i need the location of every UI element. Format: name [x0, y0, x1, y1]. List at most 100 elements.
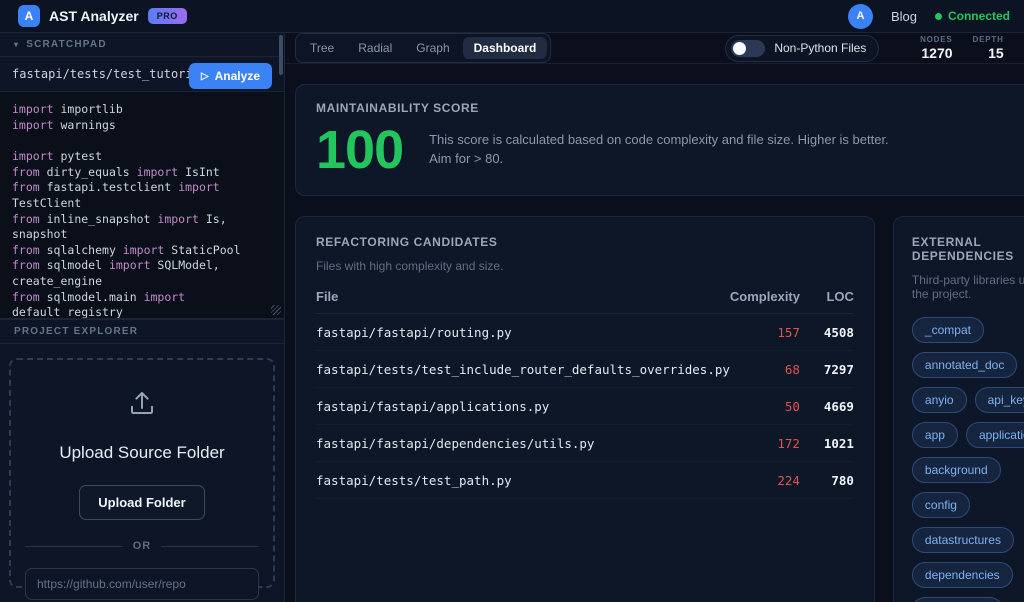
code-line: from sqlmodel import SQLModel, create_en… [12, 258, 272, 289]
toggle-knob [733, 42, 746, 55]
toggle-switch[interactable] [731, 40, 765, 57]
maintainability-card: MAINTAINABILITY SCORE 100 This score is … [295, 84, 1024, 196]
toggle-label: Non-Python Files [774, 41, 866, 55]
scratchpad-header-label: SCRATCHPAD [26, 39, 107, 50]
scratchpad-code-editor[interactable]: import importlibimport warnings import p… [0, 92, 284, 319]
table-row: fastapi/fastapi/applications.py504669 [316, 388, 854, 425]
code-line: from fastapi.testclient import TestClien… [12, 180, 272, 211]
dependency-chip[interactable]: api_key [975, 387, 1024, 413]
scratchpad-header[interactable]: ▾ SCRATCHPAD [0, 33, 284, 57]
dependency-chip[interactable]: dirty_equals [912, 597, 1003, 602]
table-row: fastapi/tests/test_include_router_defaul… [316, 351, 854, 388]
file-path: fastapi/fastapi/applications.py [316, 399, 730, 414]
column-header-file: File [316, 289, 730, 304]
stat-nodes: NODES1270 [920, 35, 952, 61]
dependency-chip[interactable]: _compat [912, 317, 984, 343]
maintainability-title: MAINTAINABILITY SCORE [316, 101, 1024, 115]
dependency-chip[interactable]: datastructures [912, 527, 1014, 553]
view-tabs: TreeRadialGraphDashboard [295, 33, 551, 63]
code-line: from sqlmodel.main import default_regist… [12, 290, 272, 320]
refactoring-title: REFACTORING CANDIDATES [316, 235, 854, 249]
non-python-toggle[interactable]: Non-Python Files [725, 35, 879, 62]
code-line: import pytest [12, 149, 272, 165]
dependency-chip-list: _compat annotated_docanyio api_keyapp appli… [912, 317, 1024, 602]
loc-value: 7297 [800, 362, 854, 377]
project-explorer-header[interactable]: PROJECT EXPLORER [0, 319, 284, 344]
stat-value: 15 [973, 45, 1004, 61]
dependency-chip[interactable]: anyio [912, 387, 967, 413]
main-panel: TreeRadialGraphDashboard Non-Python File… [285, 33, 1024, 602]
complexity-value: 50 [730, 399, 800, 414]
upload-icon [127, 388, 157, 423]
tab-radial[interactable]: Radial [347, 37, 403, 59]
refactoring-card: REFACTORING CANDIDATES Files with high c… [295, 216, 875, 602]
user-avatar[interactable]: A [848, 4, 873, 29]
table-row: fastapi/fastapi/dependencies/utils.py172… [316, 425, 854, 462]
code-line [12, 134, 272, 150]
app-title: AST Analyzer [49, 8, 139, 24]
dependencies-title: EXTERNAL DEPENDENCIES [912, 235, 1024, 263]
collapse-triangle-icon: ▾ [14, 40, 19, 49]
refactoring-table-header: File Complexity LOC [316, 273, 854, 314]
file-path: fastapi/fastapi/dependencies/utils.py [316, 436, 730, 451]
or-label: OR [133, 540, 152, 552]
pro-badge: PRO [148, 8, 187, 24]
connected-dot-icon [935, 13, 942, 20]
dependency-chip[interactable]: applications [966, 422, 1024, 448]
maintainability-score: 100 [316, 123, 403, 177]
tab-dashboard[interactable]: Dashboard [463, 37, 548, 59]
stat-value: 1270 [920, 45, 952, 61]
table-row: fastapi/tests/test_path.py224780 [316, 462, 854, 499]
code-line: import warnings [12, 118, 272, 134]
dependency-chip[interactable]: app [912, 422, 958, 448]
stat-label: NODES [920, 35, 952, 44]
dependencies-subtitle: Third-party libraries used in the projec… [912, 273, 1024, 301]
loc-value: 780 [800, 473, 854, 488]
app-logo: A [18, 5, 40, 27]
column-header-complexity: Complexity [730, 289, 800, 304]
connection-status-label: Connected [948, 9, 1010, 23]
upload-folder-button[interactable]: Upload Folder [79, 485, 204, 520]
complexity-value: 224 [730, 473, 800, 488]
stat-depth: DEPTH15 [973, 35, 1004, 61]
or-divider: OR [25, 540, 259, 552]
code-line: from sqlalchemy import StaticPool [12, 243, 272, 259]
dependency-chip[interactable]: dependencies [912, 562, 1013, 588]
refactoring-subtitle: Files with high complexity and size. [316, 259, 854, 273]
loc-value: 1021 [800, 436, 854, 451]
brand: A AST Analyzer PRO [18, 5, 187, 27]
code-line: import importlib [12, 102, 272, 118]
analyze-button[interactable]: ▷ Analyze [189, 63, 272, 89]
sidebar: ▾ SCRATCHPAD fastapi/tests/test_tutorial… [0, 33, 285, 602]
analyze-button-label: Analyze [215, 69, 260, 83]
project-explorer-header-label: PROJECT EXPLORER [14, 326, 138, 337]
complexity-value: 68 [730, 362, 800, 377]
sidebar-scrollbar[interactable] [279, 35, 283, 75]
dependency-chip[interactable]: annotated_doc [912, 352, 1017, 378]
stat-label: DEPTH [973, 35, 1004, 44]
complexity-value: 157 [730, 325, 800, 340]
file-path: fastapi/tests/test_include_router_defaul… [316, 362, 730, 377]
complexity-value: 172 [730, 436, 800, 451]
play-icon: ▷ [201, 71, 209, 82]
upload-title: Upload Source Folder [59, 443, 224, 463]
scratchpad-path-row: fastapi/tests/test_tutorial/test_sq ▷ An… [0, 57, 284, 92]
tab-graph[interactable]: Graph [405, 37, 460, 59]
view-toolbar: TreeRadialGraphDashboard Non-Python File… [285, 33, 1024, 64]
code-line: from inline_snapshot import Is, snapshot [12, 212, 272, 243]
topbar: A AST Analyzer PRO A Blog Connected [0, 0, 1024, 33]
resize-handle[interactable] [271, 305, 281, 315]
file-path: fastapi/tests/test_path.py [316, 473, 730, 488]
graph-stats: NODES1270DEPTH15COMPLEXITY4 [920, 35, 1024, 61]
tab-tree[interactable]: Tree [299, 37, 345, 59]
dependency-chip[interactable]: config [912, 492, 970, 518]
column-header-loc: LOC [800, 289, 854, 304]
upload-dropzone[interactable]: Upload Source Folder Upload Folder OR [9, 358, 275, 588]
dependency-chip[interactable]: background [912, 457, 1001, 483]
github-repo-input[interactable] [25, 568, 259, 600]
table-row: fastapi/fastapi/routing.py1574508 [316, 314, 854, 351]
loc-value: 4508 [800, 325, 854, 340]
refactoring-table-body: fastapi/fastapi/routing.py1574508 fastapi… [316, 314, 854, 499]
loc-value: 4669 [800, 399, 854, 414]
blog-link[interactable]: Blog [891, 9, 917, 24]
